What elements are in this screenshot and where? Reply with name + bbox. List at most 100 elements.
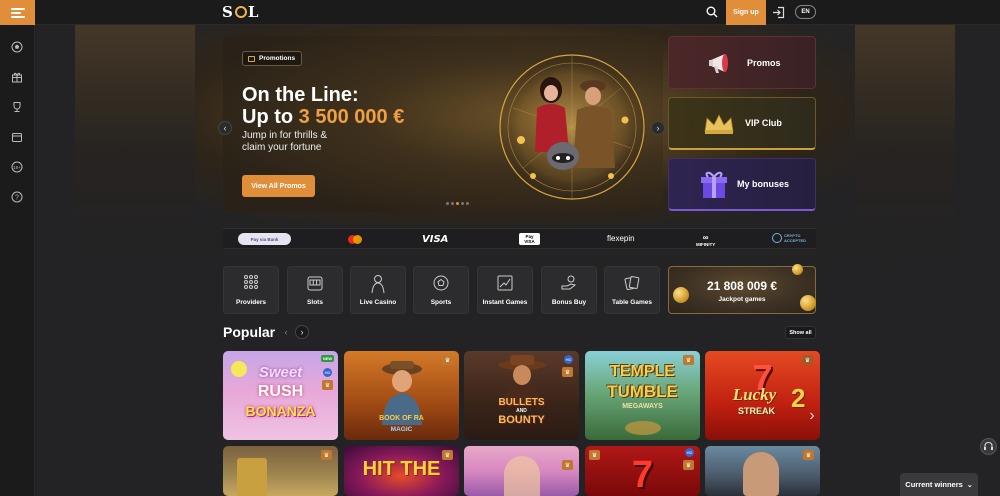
tag-icon <box>248 55 255 62</box>
slide-dot-active[interactable] <box>456 202 459 205</box>
chevron-right-icon: › <box>809 407 815 424</box>
game-tile[interactable]: ♛ <box>705 446 820 496</box>
show-all-button[interactable]: Show all <box>785 326 816 339</box>
temple-icon <box>237 458 267 496</box>
cards-icon <box>624 276 640 291</box>
popular-row-next-arrow[interactable]: › <box>805 407 819 424</box>
hero-subtitle: Jump in for thrills & claim your fortune <box>242 130 328 153</box>
logo-text-end: L <box>247 3 260 21</box>
sun-icon <box>234 6 247 18</box>
game-title-line1: Sweet <box>258 364 303 381</box>
trophy-badge-icon: ♛ <box>442 355 453 365</box>
signup-button[interactable]: Sign up <box>726 0 766 25</box>
game-title-line2: RUSH <box>257 383 304 400</box>
jackpot-banner[interactable]: 21 808 009 € Jackpot games <box>668 264 816 314</box>
jackpot-label: Jackpot games <box>718 296 766 303</box>
current-winners-toggle[interactable]: Current winners ⌄ <box>900 473 978 496</box>
sports-ball-icon[interactable] <box>11 41 23 53</box>
trophy-badge-icon: ♛ <box>803 450 814 460</box>
category-label: Instant Games <box>482 299 528 306</box>
logo-text-start: S <box>222 3 234 21</box>
hero-next-button[interactable]: › <box>651 121 665 135</box>
app: S L Sign up EN 18+ ? Promotions On the L… <box>0 0 1000 496</box>
slide-dot[interactable] <box>461 202 464 205</box>
view-all-promos-button[interactable]: View All Promos <box>242 175 315 197</box>
current-winners-label: Current winners <box>905 480 963 489</box>
calendar-icon[interactable] <box>11 131 23 143</box>
trophy-badge-icon: ♛ <box>321 450 332 460</box>
category-bonus-buy[interactable]: Bonus Buy <box>541 266 597 314</box>
search-icon[interactable] <box>706 6 718 18</box>
category-table-games[interactable]: Table Games <box>604 266 660 314</box>
chevron-right-icon: › <box>300 327 304 337</box>
popular-prev-button[interactable]: ‹ <box>279 325 293 339</box>
slide-dot[interactable] <box>451 202 454 205</box>
game-tile[interactable]: ♛ <box>223 446 338 496</box>
game-tile[interactable]: ♛ <box>464 446 579 496</box>
18-plus-icon[interactable]: 18+ <box>11 161 23 173</box>
category-instant-games[interactable]: Instant Games <box>477 266 533 314</box>
category-label: Bonus Buy <box>551 299 587 306</box>
coin-icon <box>792 264 803 275</box>
slot-machine-icon <box>307 276 323 291</box>
hand-coins-icon <box>561 275 577 290</box>
slide-dot[interactable] <box>466 202 469 205</box>
gift-icon[interactable] <box>11 71 23 83</box>
pay-via-bank-logo: Pay via Bank <box>238 233 291 245</box>
category-sports[interactable]: Sports <box>413 266 469 314</box>
login-icon[interactable] <box>772 6 785 19</box>
trophy-badge-icon: ♛ <box>802 355 813 365</box>
svg-text:18+: 18+ <box>13 165 21 170</box>
top-bar: S L Sign up EN <box>0 0 1000 25</box>
chevron-left-icon: ‹ <box>223 123 227 133</box>
game-tile-lucky-streak-2[interactable]: 7 Lucky STREAK 2 ♛ <box>705 351 820 440</box>
category-slots[interactable]: Slots <box>287 266 343 314</box>
trophy-badge-icon: ♛ <box>589 450 600 460</box>
game-tile-temple-tumble-megaways[interactable]: TEMPLE TUMBLE MEGAWAYS ♛ <box>585 351 700 440</box>
hero-banner[interactable]: Promotions On the Line: Up to 3 500 000 … <box>223 36 663 212</box>
sidebar: 18+ ? <box>0 25 35 496</box>
hero-amount: 3 500 000 € <box>298 106 405 128</box>
help-icon[interactable]: ? <box>11 191 23 203</box>
game-title-line3: MEGAWAYS <box>622 403 663 410</box>
mifinity-text: MIFINITY <box>696 242 716 247</box>
game-tile-sevens[interactable]: 7 ♛ HD ♛ <box>585 446 700 496</box>
category-label: Sports <box>430 299 452 306</box>
vip-club-card[interactable]: VIP Club <box>668 97 816 150</box>
language-selector[interactable]: EN <box>795 5 816 19</box>
menu-button[interactable] <box>0 0 35 25</box>
new-badge: NEW <box>321 355 334 362</box>
chevron-left-icon: ‹ <box>284 327 288 337</box>
trophy-badge-icon: ♛ <box>683 355 694 365</box>
category-live-casino[interactable]: Live Casino <box>350 266 406 314</box>
crypto-icon <box>772 233 782 243</box>
game-title-line2: MAGIC <box>390 426 413 433</box>
hero-title-prefix: Up to <box>242 106 299 128</box>
category-label: Slots <box>307 299 323 306</box>
vip-club-card-label: VIP Club <box>745 118 782 128</box>
popular-next-button[interactable]: › <box>295 325 309 339</box>
trophy-badge-icon: ♛ <box>683 460 694 470</box>
crypto-text: CRYPTO ACCEPTED <box>784 233 807 243</box>
princess-icon <box>504 456 540 496</box>
category-providers[interactable]: Providers <box>223 266 279 314</box>
game-title-line2: TUMBLE <box>607 382 678 401</box>
hd-badge: HD <box>564 355 573 364</box>
game-tile-sweet-rush-bonanza[interactable]: Sweet RUSH BONANZA NEW HD ♛ <box>223 351 338 440</box>
my-bonuses-card-label: My bonuses <box>737 179 790 189</box>
gift-box-icon <box>701 171 727 198</box>
game-tile-bullets-and-bounty[interactable]: BULLETS AND BOUNTY HD ♛ <box>464 351 579 440</box>
logo[interactable]: S L <box>222 3 259 21</box>
football-icon <box>433 275 449 291</box>
crown-icon <box>704 114 734 134</box>
my-bonuses-card[interactable]: My bonuses <box>668 158 816 211</box>
game-tile-book-of-ra-magic[interactable]: BOOK OF RA MAGIC ♛ <box>344 351 459 440</box>
support-chat-button[interactable] <box>980 438 997 455</box>
game-title-line3: BOUNTY <box>498 414 545 426</box>
hero-prev-button[interactable]: ‹ <box>218 121 232 135</box>
game-tile-hit-the[interactable]: HIT THE ♛ <box>344 446 459 496</box>
trophy-icon[interactable] <box>11 101 23 113</box>
game-title-line1: TEMPLE <box>610 363 675 380</box>
promos-card[interactable]: Promos <box>668 36 816 89</box>
slide-dot[interactable] <box>446 202 449 205</box>
